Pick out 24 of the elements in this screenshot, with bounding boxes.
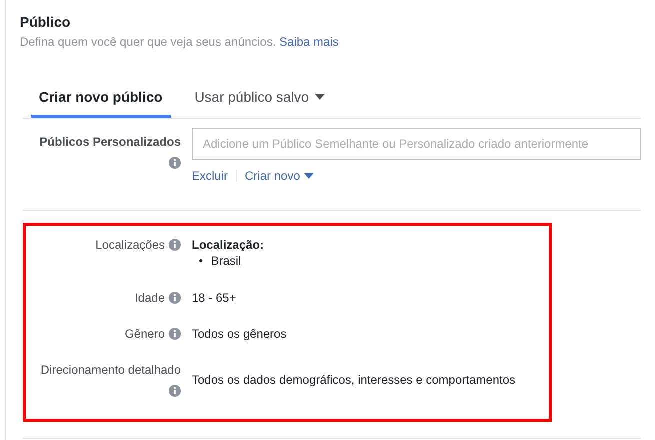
action-link[interactable]: Criar novo — [245, 169, 314, 183]
list-item: Brasil — [211, 254, 242, 269]
field-label: Localizações — [96, 238, 165, 252]
field-value: Todos os dados demográficos, interesses e comportamentos — [192, 373, 517, 387]
info-icon[interactable] — [169, 292, 181, 304]
field-value: Todos os gêneros — [192, 327, 288, 341]
field-label: Públicos Personalizados — [40, 135, 181, 149]
learn-more-link[interactable]: Saiba mais — [280, 35, 339, 49]
info-icon[interactable] — [169, 328, 181, 340]
tab[interactable]: Usar público salvo — [186, 89, 334, 118]
bullet: • — [199, 254, 204, 269]
info-icon[interactable] — [169, 385, 181, 397]
info-icon[interactable] — [169, 239, 181, 251]
action-link[interactable]: Excluir — [192, 169, 228, 183]
field-label: Idade — [134, 291, 165, 305]
audience-input-field[interactable]: Adicione um Público Semelhante ou Personalizado criado anteriormente — [192, 128, 641, 160]
info-icon[interactable] — [169, 157, 181, 169]
tab[interactable]: Criar novo público — [31, 89, 171, 118]
field-label: Gênero — [124, 327, 165, 341]
field-value-heading: Localização: — [192, 238, 266, 252]
section-subtitle: Defina quem você quer que veja seus anúncios. Saiba mais — [20, 35, 339, 49]
field-value: 18 - 65+ — [192, 291, 238, 305]
field-label: Direcionamento detalhado — [40, 363, 181, 377]
section-title: Público — [20, 14, 71, 30]
